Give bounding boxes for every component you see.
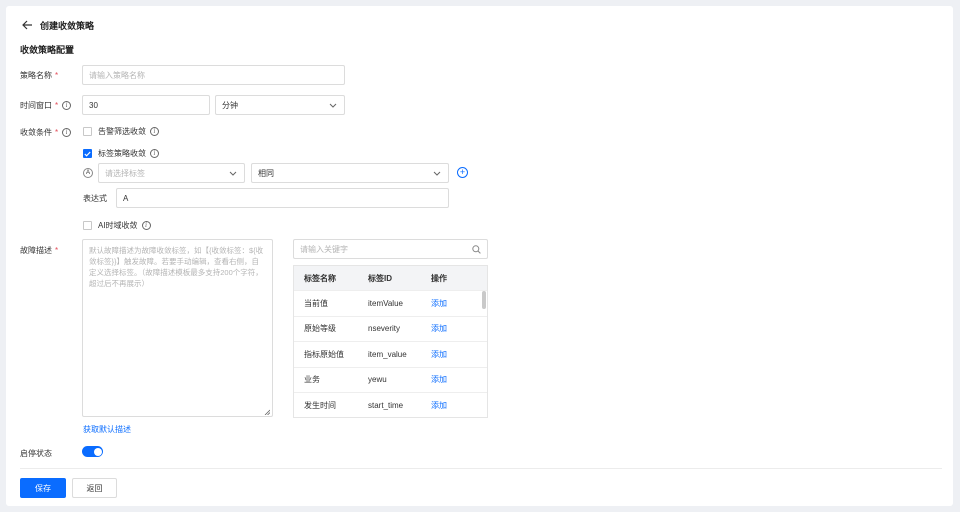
name-label: 策略名称 * <box>20 71 59 80</box>
info-icon: i <box>62 128 72 137</box>
alert-filter-option[interactable]: 告警筛选收敛 i <box>83 126 159 137</box>
save-button[interactable]: 保存 <box>20 478 66 498</box>
rule-badge: A <box>83 168 93 178</box>
info-icon: i <box>150 127 159 136</box>
alert-filter-checkbox[interactable] <box>83 127 92 136</box>
add-tag-link[interactable]: 添加 <box>431 400 471 411</box>
form-card: 创建收敛策略 收敛策略配置 策略名称* 时间窗口* i 分钟 收敛条件* i 告… <box>6 6 953 506</box>
info-icon: i <box>150 149 159 158</box>
add-tag-link[interactable]: 添加 <box>431 374 471 385</box>
search-icon[interactable] <box>472 244 481 254</box>
info-icon: i <box>141 221 151 230</box>
window-label: 时间窗口 * i <box>20 100 72 111</box>
page-title: 创建收敛策略 <box>40 20 95 31</box>
ai-window-checkbox[interactable] <box>83 221 92 230</box>
fault-label: 故障描述 * <box>20 246 59 255</box>
tag-policy-checkbox[interactable] <box>83 149 92 158</box>
expression-input[interactable] <box>123 193 442 203</box>
table-header: 标签名称 标签ID 操作 <box>294 266 487 290</box>
add-circle-icon[interactable]: + <box>457 167 468 178</box>
tag-select[interactable]: 请选择标签 <box>98 163 245 183</box>
window-unit-select[interactable]: 分钟 <box>215 95 345 115</box>
add-tag-link[interactable]: 添加 <box>431 298 471 309</box>
page-header: 创建收敛策略 <box>20 16 94 34</box>
expression-label: 表达式 <box>83 194 107 203</box>
tag-search-field[interactable] <box>293 239 488 259</box>
add-tag-link[interactable]: 添加 <box>431 323 471 334</box>
operator-select[interactable]: 相同 <box>251 163 449 183</box>
chevron-down-icon <box>228 168 238 178</box>
table-row: 原始等级 nseverity 添加 <box>294 315 487 342</box>
condition-label: 收敛条件 * i <box>20 127 72 138</box>
footer-divider <box>20 468 942 469</box>
chevron-down-icon <box>328 100 338 110</box>
table-row: 业务 yewu 添加 <box>294 366 487 393</box>
section-title: 收敛策略配置 <box>20 45 75 55</box>
add-tag-link[interactable]: 添加 <box>431 349 471 360</box>
table-scrollbar[interactable] <box>482 291 486 309</box>
chevron-down-icon <box>432 168 442 178</box>
window-value-field[interactable] <box>82 95 210 115</box>
tag-table: 标签名称 标签ID 操作 当前值 itemValue 添加 原始等级 nseve… <box>293 265 488 418</box>
table-row: 发生时间 start_time 添加 <box>294 392 487 417</box>
get-default-description-link[interactable]: 获取默认描述 <box>83 424 131 435</box>
ai-window-option[interactable]: AI时域收敛 i <box>83 220 151 231</box>
status-toggle[interactable] <box>82 446 103 457</box>
table-row: 当前值 itemValue 添加 <box>294 290 487 316</box>
tag-policy-option[interactable]: 标签策略收敛 i <box>83 148 159 159</box>
back-button[interactable]: 返回 <box>72 478 117 498</box>
fault-description-textarea[interactable] <box>82 239 273 417</box>
status-label: 启停状态 <box>20 449 52 458</box>
expression-field[interactable] <box>116 188 449 208</box>
arrow-left-icon[interactable] <box>20 18 34 32</box>
strategy-name-input[interactable] <box>89 70 338 80</box>
info-icon: i <box>62 101 72 110</box>
strategy-name-field[interactable] <box>82 65 345 85</box>
resize-handle-icon[interactable] <box>264 408 271 416</box>
toggle-knob <box>93 447 102 456</box>
tag-search-input[interactable] <box>300 244 472 254</box>
table-row: 指标原始值 item_value 添加 <box>294 341 487 367</box>
window-value-input[interactable] <box>89 100 203 110</box>
